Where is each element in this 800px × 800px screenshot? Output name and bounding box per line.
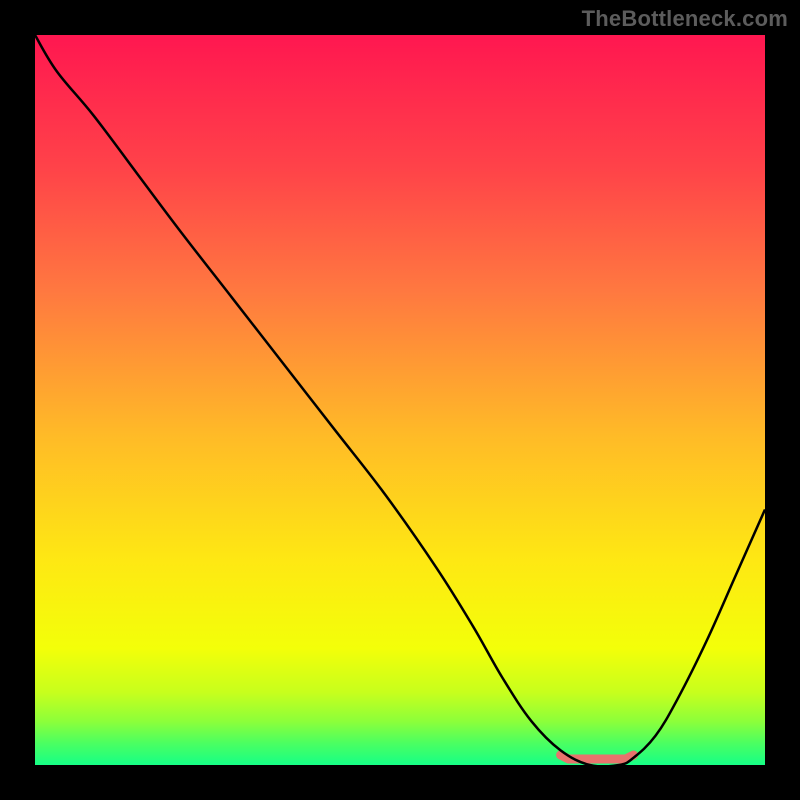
plot-area [35, 35, 765, 765]
chart-frame: TheBottleneck.com [0, 0, 800, 800]
curve-layer [35, 35, 765, 765]
watermark-text: TheBottleneck.com [582, 6, 788, 32]
bottleneck-curve [35, 35, 765, 765]
